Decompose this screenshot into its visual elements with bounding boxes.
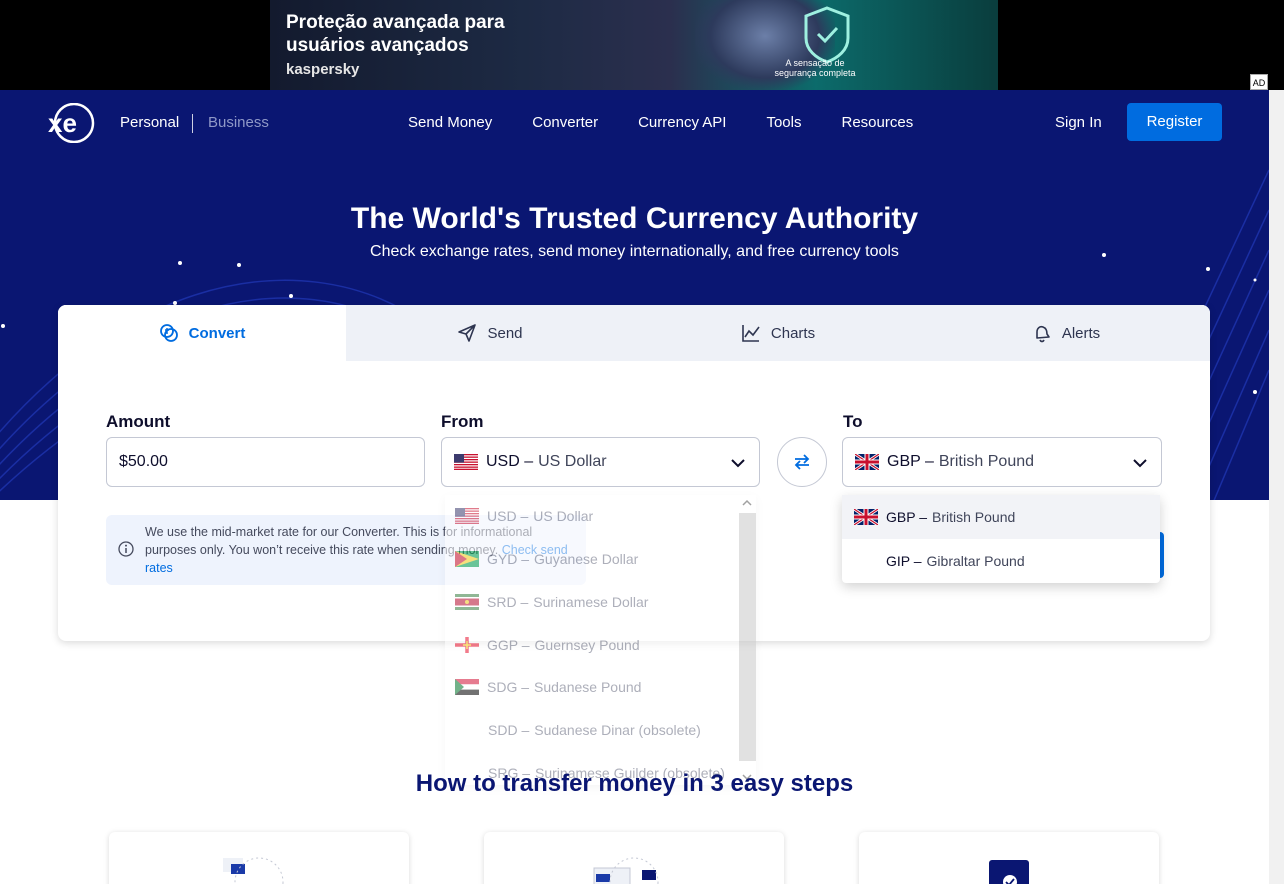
- currency-name: US Dollar: [533, 508, 594, 524]
- nav-currency-api[interactable]: Currency API: [638, 114, 726, 131]
- sign-in-link[interactable]: Sign In: [1055, 114, 1102, 131]
- convert-icon: [159, 324, 178, 342]
- chevron-up-icon[interactable]: [742, 498, 752, 508]
- step-card-2: [484, 832, 784, 884]
- bell-icon: [1036, 325, 1050, 343]
- currency-name: Surinamese Dollar: [533, 594, 649, 610]
- ad-banner[interactable]: Proteção avançada para usuários avançado…: [270, 0, 998, 90]
- chevron-down-icon: [731, 459, 745, 468]
- tab-alerts-label: Alerts: [1061, 324, 1101, 342]
- sr-flag-icon: [455, 594, 479, 610]
- to-currency-dropdown[interactable]: GBP – British Pound GIP – Gibraltar Poun…: [842, 495, 1160, 583]
- currency-name: Gibraltar Pound: [926, 553, 1025, 569]
- tab-alerts[interactable]: Alerts: [922, 305, 1210, 361]
- check-shield-icon: [989, 860, 1029, 884]
- us-flag-icon: [454, 454, 478, 470]
- nav-resources[interactable]: Resources: [842, 114, 914, 131]
- step-card-3: [859, 832, 1159, 884]
- steps-title: How to transfer money in 3 easy steps: [415, 770, 854, 797]
- converter-tabs: Convert Send Charts Alerts: [58, 305, 1210, 361]
- currency-name: Guernsey Pound: [534, 637, 640, 653]
- tab-send[interactable]: Send: [346, 305, 634, 361]
- currency-code: GGP –: [487, 637, 530, 653]
- gg-flag-icon: [455, 637, 479, 653]
- send-icon: [458, 324, 477, 342]
- hero-subtitle: Check exchange rates, send money interna…: [370, 243, 899, 260]
- tab-charts[interactable]: Charts: [634, 305, 922, 361]
- list-item[interactable]: SDG – Sudanese Pound: [455, 677, 641, 697]
- list-item[interactable]: GYD – Guyanese Dollar: [455, 549, 638, 569]
- currency-name: British Pound: [932, 509, 1016, 525]
- list-item[interactable]: SDD – Sudanese Dinar (obsolete): [488, 720, 701, 740]
- document-icon: [223, 857, 284, 884]
- from-name: US Dollar: [538, 453, 607, 470]
- to-label: To: [843, 412, 863, 431]
- currency-code: GIP –: [886, 553, 922, 569]
- tab-send-label: Send: [487, 324, 523, 342]
- currency-code: GYD –: [487, 551, 530, 567]
- list-item[interactable]: GIP – Gibraltar Pound: [842, 539, 1160, 583]
- ad-badge: AD: [1250, 74, 1268, 90]
- list-item[interactable]: SRD – Surinamese Dollar: [455, 592, 648, 612]
- from-currency-select[interactable]: USD – US Dollar: [441, 437, 760, 487]
- main-nav: Send Money Converter Currency API Tools …: [408, 114, 913, 131]
- transfer-icon: [593, 857, 659, 884]
- info-icon: [118, 541, 134, 557]
- swap-icon: [794, 454, 810, 470]
- nav-converter[interactable]: Converter: [532, 114, 598, 131]
- currency-name: Sudanese Pound: [534, 679, 642, 695]
- currency-code: GBP –: [886, 509, 927, 525]
- from-code: USD –: [486, 453, 534, 470]
- to-currency-select[interactable]: GBP – British Pound: [842, 437, 1162, 487]
- svg-text:xe: xe: [48, 108, 77, 138]
- to-name: British Pound: [938, 453, 1035, 470]
- register-button[interactable]: Register: [1127, 103, 1222, 141]
- currency-name: Guyanese Dollar: [534, 551, 639, 567]
- chart-icon: [742, 325, 760, 342]
- ad-title: Proteção avançada para usuários avançado…: [286, 12, 505, 56]
- currency-code: SDG –: [487, 679, 530, 695]
- tab-convert-label: Convert: [188, 324, 246, 342]
- chevron-down-icon: [1133, 459, 1147, 468]
- ad-brand: kaspersky: [286, 61, 360, 78]
- from-label: From: [441, 412, 484, 431]
- sd-flag-icon: [455, 679, 479, 695]
- list-item[interactable]: USD – US Dollar: [455, 506, 593, 526]
- gb-flag-icon: [855, 454, 879, 470]
- from-currency-dropdown[interactable]: USD – US Dollar GYD – Guyanese Dollar SR…: [445, 495, 756, 785]
- to-code: GBP –: [887, 453, 934, 470]
- currency-code: SRD –: [487, 594, 529, 610]
- tab-charts-label: Charts: [770, 324, 816, 342]
- swap-currencies-button[interactable]: [777, 437, 827, 487]
- list-item[interactable]: GGP – Guernsey Pound: [455, 635, 640, 655]
- ad-tagline: A sensação de segurança completa: [774, 58, 856, 78]
- xe-logo[interactable]: xe: [46, 103, 96, 143]
- currency-name: Sudanese Dinar (obsolete): [534, 722, 701, 738]
- step-card-1: [109, 832, 409, 884]
- amount-input[interactable]: $50.00: [106, 437, 425, 487]
- tab-convert[interactable]: Convert: [58, 305, 346, 361]
- gy-flag-icon: [455, 551, 479, 567]
- currency-code: USD –: [487, 508, 529, 524]
- gb-flag-icon: [854, 509, 878, 525]
- nav-business[interactable]: Business: [208, 114, 269, 131]
- nav-divider: [192, 114, 193, 133]
- amount-label: Amount: [106, 412, 171, 431]
- nav-send-money[interactable]: Send Money: [408, 114, 492, 131]
- us-flag-icon: [455, 508, 479, 524]
- dropdown-scrollbar[interactable]: [739, 513, 756, 761]
- page-scrollbar[interactable]: [1269, 90, 1284, 884]
- nav-tools[interactable]: Tools: [766, 114, 801, 131]
- currency-code: SDD –: [488, 722, 530, 738]
- list-item[interactable]: GBP – British Pound: [842, 495, 1160, 539]
- hero-title: The World's Trusted Currency Authority: [350, 202, 919, 235]
- nav-personal[interactable]: Personal: [120, 114, 179, 131]
